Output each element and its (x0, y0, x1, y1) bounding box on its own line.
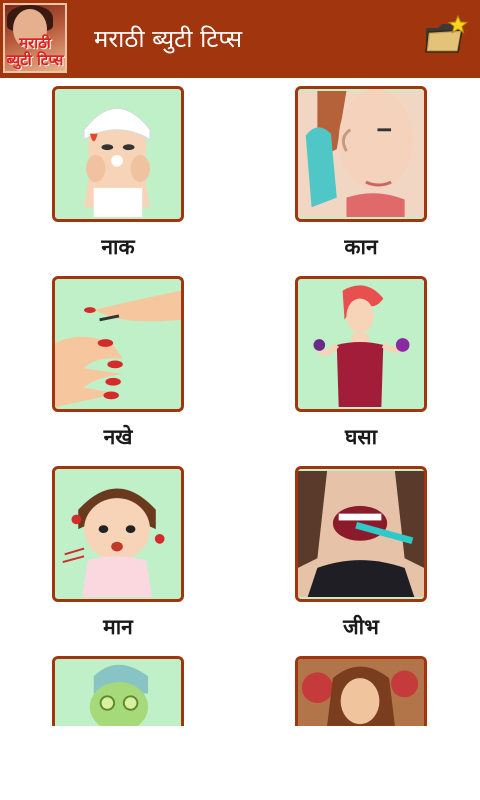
item-label-tongue[interactable]: जीभ (281, 614, 441, 640)
ear-thumbnail[interactable] (295, 86, 427, 222)
nails-thumbnail[interactable] (52, 276, 184, 412)
app-bar: मराठी ब्युटी टिप्स मराठी ब्युटी टिप्स (0, 0, 480, 78)
item-label-throat[interactable]: घसा (281, 424, 441, 450)
item-label-neck[interactable]: मान (38, 614, 198, 640)
hair-thumbnail[interactable] (295, 656, 427, 726)
logo-text: मराठी ब्युटी टिप्स (6, 34, 64, 69)
face-mask-thumbnail[interactable] (52, 656, 184, 726)
item-label-ear[interactable]: कान (281, 234, 441, 260)
neck-thumbnail[interactable] (52, 466, 184, 602)
throat-thumbnail[interactable] (295, 276, 427, 412)
bottom-blank-area (0, 726, 480, 800)
app-title: मराठी ब्युटी टिप्स (94, 25, 243, 53)
item-label-nose[interactable]: नाक (38, 234, 198, 260)
folder-star-icon[interactable] (422, 14, 469, 60)
tongue-thumbnail[interactable] (295, 466, 427, 602)
app-logo: मराठी ब्युटी टिप्स (3, 3, 67, 73)
nose-thumbnail[interactable] (52, 86, 184, 222)
item-label-nails[interactable]: नखे (38, 424, 198, 450)
